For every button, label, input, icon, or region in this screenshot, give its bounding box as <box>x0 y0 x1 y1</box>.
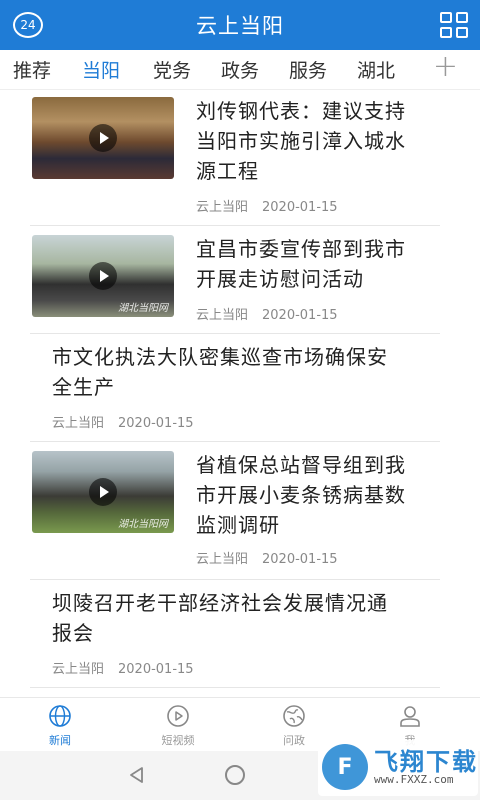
news-title: 坝陵召开老干部经济社会发展情况通 报会 <box>52 591 388 645</box>
image-watermark: 湖北当阳网 <box>118 303 168 314</box>
logo-mark: F <box>322 744 368 790</box>
news-title: 省植保总站督导组到我 市开展小麦条锈病基数 监测调研 <box>196 453 406 537</box>
news-meta: 云上当阳 2020-01-15 <box>196 548 338 567</box>
image-watermark: 湖北当阳网 <box>118 519 168 530</box>
news-24h-icon[interactable]: 24 <box>13 12 43 38</box>
news-thumbnail: 湖北当阳网 <box>32 235 174 317</box>
app-header: 24 云上当阳 <box>0 0 480 50</box>
news-24h-icon-text: 24 <box>20 18 36 32</box>
nav-news[interactable]: 新闻 <box>20 704 100 748</box>
globe-icon <box>49 705 71 727</box>
news-date: 2020-01-15 <box>262 200 338 215</box>
news-source: 云上当阳 <box>52 416 105 431</box>
news-item[interactable]: 坝陵召开老干部经济社会发展情况通 报会 云上当阳 2020-01-15 <box>30 580 440 688</box>
news-item[interactable]: 湖北当阳网 宜昌市委宣传部到我市 开展走访慰问活动 云上当阳 2020-01-15 <box>30 226 440 334</box>
tab-party[interactable]: 党务 <box>153 56 191 83</box>
tab-dangyang[interactable]: 当阳 <box>82 56 120 83</box>
news-item[interactable]: 湖北当阳网 省植保总站督导组到我 市开展小麦条锈病基数 监测调研 云上当阳 202… <box>30 442 440 580</box>
tab-government[interactable]: 政务 <box>221 56 259 83</box>
play-icon <box>89 262 117 290</box>
news-date: 2020-01-15 <box>118 416 194 431</box>
watermark-logo: F 飞翔下载 www.FXXZ.com <box>318 740 478 796</box>
logo-name: 飞翔下载 <box>374 748 478 776</box>
news-item[interactable]: 市文化执法大队密集巡查市场确保安 全生产 云上当阳 2020-01-15 <box>30 334 440 442</box>
channel-tabs: 推荐 当阳 党务 政务 服务 湖北 + <box>0 50 480 90</box>
play-circle-icon <box>167 705 189 727</box>
nav-short-video[interactable]: 短视频 <box>138 704 218 748</box>
home-icon[interactable] <box>225 765 245 785</box>
app-title: 云上当阳 <box>196 14 284 38</box>
nav-label: 新闻 <box>49 734 71 747</box>
news-source: 云上当阳 <box>196 308 249 323</box>
play-icon <box>89 478 117 506</box>
news-source: 云上当阳 <box>196 200 249 215</box>
news-title: 宜昌市委宣传部到我市 开展走访慰问活动 <box>196 237 406 291</box>
tab-hubei[interactable]: 湖北 <box>357 56 395 83</box>
news-source: 云上当阳 <box>196 552 249 567</box>
news-title: 市文化执法大队密集巡查市场确保安 全生产 <box>52 345 388 399</box>
news-thumbnail <box>32 97 174 179</box>
add-channel-icon[interactable]: + <box>433 52 458 82</box>
news-meta: 云上当阳 2020-01-15 <box>196 196 338 215</box>
back-icon[interactable] <box>127 765 147 785</box>
news-source: 云上当阳 <box>52 662 105 677</box>
news-thumbnail: 湖北当阳网 <box>32 451 174 533</box>
logo-url: www.FXXZ.com <box>374 773 454 786</box>
news-title: 刘传钢代表：建议支持 当阳市实施引漳入城水 源工程 <box>196 99 406 183</box>
user-icon <box>400 706 420 727</box>
news-date: 2020-01-15 <box>118 662 194 677</box>
grid-menu-icon[interactable] <box>440 12 468 38</box>
news-meta: 云上当阳 2020-01-15 <box>52 658 194 677</box>
news-feed: 刘传钢代表：建议支持 当阳市实施引漳入城水 源工程 云上当阳 2020-01-15… <box>30 90 440 697</box>
news-item[interactable]: 刘传钢代表：建议支持 当阳市实施引漳入城水 源工程 云上当阳 2020-01-15 <box>30 90 440 226</box>
news-meta: 云上当阳 2020-01-15 <box>196 304 338 323</box>
news-date: 2020-01-15 <box>262 552 338 567</box>
earth-icon <box>283 705 305 727</box>
tab-service[interactable]: 服务 <box>289 56 327 83</box>
nav-label: 短视频 <box>161 734 195 747</box>
tab-recommend[interactable]: 推荐 <box>13 56 51 83</box>
news-date: 2020-01-15 <box>262 308 338 323</box>
news-meta: 云上当阳 2020-01-15 <box>52 412 194 431</box>
play-icon <box>89 124 117 152</box>
